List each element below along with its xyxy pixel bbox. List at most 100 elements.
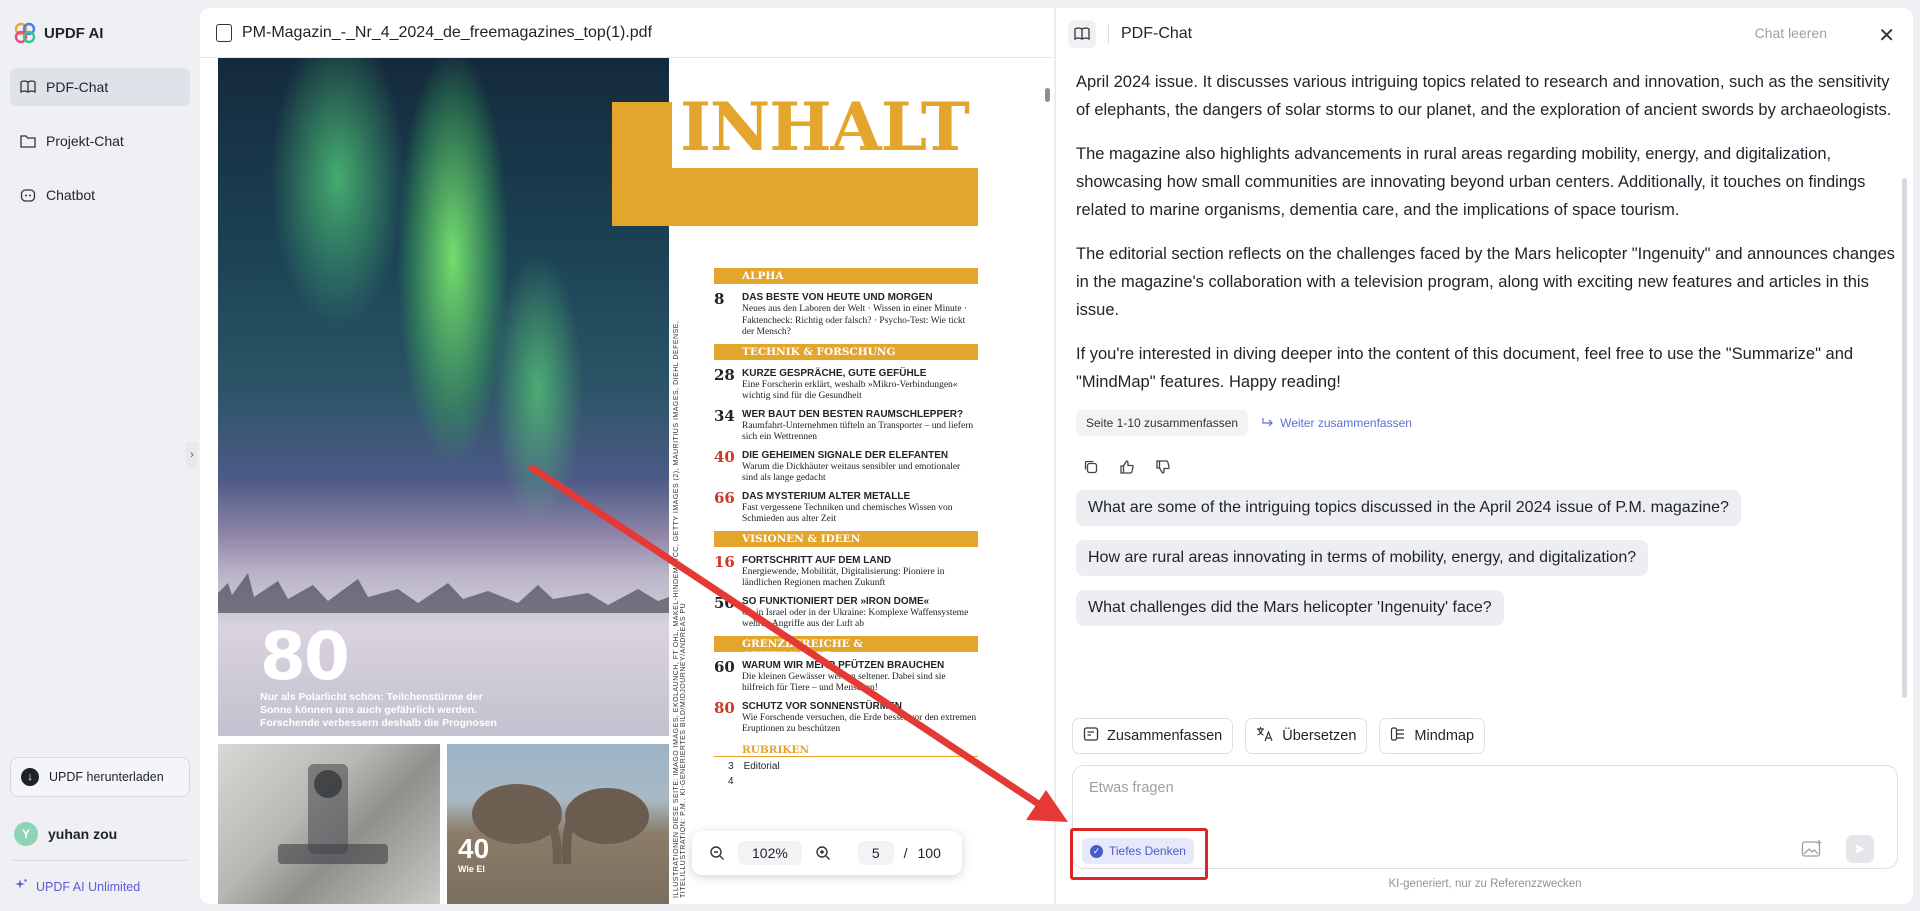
message-actions <box>1082 458 1896 476</box>
toggle-reader-button[interactable] <box>1068 20 1096 48</box>
page-total: 100 <box>917 845 941 861</box>
suggested-question[interactable]: How are rural areas innovating in terms … <box>1076 540 1649 576</box>
close-icon[interactable]: ✕ <box>1878 23 1895 48</box>
sidebar-item-label: Projekt-Chat <box>46 133 124 149</box>
sidebar-item-projekt-chat[interactable]: Projekt-Chat <box>10 122 190 160</box>
chat-input[interactable] <box>1089 780 1849 796</box>
mindmap-icon <box>1390 726 1406 746</box>
toc-page-number: 34 <box>714 406 735 425</box>
cover-number: 80 <box>260 618 350 695</box>
toc-entry: 16 FORTSCHRITT AUF DEM LAND Energiewende, … <box>714 554 978 590</box>
thumbs-down-icon[interactable] <box>1154 458 1172 476</box>
chat-header: PDF-Chat Chat leeren ✕ <box>1056 8 1913 60</box>
sparkle-icon <box>14 878 28 895</box>
sidebar-item-chatbot[interactable]: Chatbot <box>10 176 190 214</box>
folder-icon <box>20 133 36 149</box>
pdf-file-name: PM-Magazin_-_Nr_4_2024_de_freemagazines_… <box>242 23 653 41</box>
image-upload-icon[interactable] <box>1801 839 1823 859</box>
pdf-header: PM-Magazin_-_Nr_4_2024_de_freemagazines_… <box>200 8 1054 58</box>
toc-section-head: ALPHA <box>714 268 978 284</box>
toc-page-number: 8 <box>714 290 725 308</box>
mindmap-button[interactable]: Mindmap <box>1379 718 1486 754</box>
continue-summary-link[interactable]: Weiter zusammenfassen <box>1262 416 1412 430</box>
toc-page-number: 40 <box>714 447 735 466</box>
download-icon: ↓ <box>21 768 39 786</box>
toc-entry: 80 SCHUTZ VOR SONNENSTÜRMEN Wie Forschende… <box>714 700 978 736</box>
toc-entry-description: Raumfahrt-Unternehmen tüfteln an Transpo… <box>742 420 974 443</box>
toc-entry-title: WARUM WIR MEHR PFÜTZEN BRAUCHEN <box>742 659 945 671</box>
table-of-contents: ALPHA 8 DAS BESTE VON HEUTE UND MORGEN Neue… <box>714 268 978 787</box>
toc-entry: 60 WARUM WIR MEHR PFÜTZEN BRAUCHEN Die kle… <box>714 659 978 695</box>
collapse-sidebar-handle[interactable]: › <box>186 442 198 468</box>
sidebar: UPDF AI PDF-Chat Projekt-Chat Chatbot ↓ … <box>0 0 200 911</box>
summarize-pages-chip[interactable]: Seite 1-10 zusammenfassen <box>1076 410 1249 436</box>
toc-section-head: VISIONEN & IDEEN <box>714 530 978 547</box>
zoom-in-icon[interactable] <box>812 842 834 864</box>
translate-button[interactable]: Übersetzen <box>1245 718 1368 754</box>
toc-rubriken-head: RUBRIKEN <box>714 744 978 757</box>
thumbs-up-icon[interactable] <box>1118 458 1136 476</box>
summarize-label: Zusammenfassen <box>1107 728 1223 744</box>
sidebar-item-pdf-chat[interactable]: PDF-Chat <box>10 68 190 106</box>
bot-icon <box>20 187 36 203</box>
chat-messages: April 2024 issue. It discusses various i… <box>1076 68 1896 626</box>
toc-entry-title: SCHUTZ VOR SONNENSTÜRMEN <box>742 700 903 712</box>
elephants-photo <box>447 744 669 904</box>
toc-entry-title: SO FUNKTIONIERT DER »IRON DOME« <box>742 595 930 607</box>
zoom-out-icon[interactable] <box>706 842 728 864</box>
send-icon <box>1855 844 1865 854</box>
toc-rubrik-row: 3 Editorial <box>714 761 978 772</box>
user-profile[interactable]: Y yuhan zou <box>14 822 117 846</box>
toc-page-number: 28 <box>714 365 735 384</box>
chat-panel: PDF-Chat Chat leeren ✕ April 2024 issue.… <box>1055 8 1913 904</box>
answer-paragraph: The magazine also highlights advancement… <box>1076 145 1866 219</box>
app-logo[interactable]: UPDF AI <box>14 22 103 44</box>
toc-rubrik-row: 4 <box>714 776 978 787</box>
zoom-level[interactable]: 102% <box>738 841 802 865</box>
plan-link[interactable]: UPDF AI Unlimited <box>14 878 140 895</box>
photo-caption: Wie El <box>458 864 485 874</box>
inhalt-accent-band <box>612 168 978 226</box>
download-updf-button[interactable]: ↓ UPDF herunterladen <box>10 757 190 797</box>
summarize-button[interactable]: Zusammenfassen <box>1072 718 1234 754</box>
toc-entry: 50 SO FUNKTIONIERT DER »IRON DOME« Ob in I… <box>714 595 978 631</box>
continue-summary-label: Weiter zusammenfassen <box>1280 416 1412 430</box>
summarize-icon <box>1083 726 1099 746</box>
answer-paragraph: If you're interested in diving deeper in… <box>1076 345 1854 391</box>
toc-entry-title: DAS MYSTERIUM ALTER METALLE <box>742 490 911 502</box>
toc-section-head: GRENZBEREICHE & GEHEIMNISSE <box>714 635 978 662</box>
toc-entry-description: Ob in Israel oder in der Ukraine: Komple… <box>742 607 969 630</box>
toc-rubrik-label: Editorial <box>743 760 780 772</box>
pdf-viewer: PM-Magazin_-_Nr_4_2024_de_freemagazines_… <box>200 8 1054 904</box>
toc-entry-title: KURZE GESPRÄCHE, GUTE GEFÜHLE <box>742 367 927 379</box>
suggested-question[interactable]: What challenges did the Mars helicopter … <box>1076 590 1504 626</box>
updf-logo-icon <box>14 22 36 44</box>
pdf-page[interactable]: 80 Nur als Polarlicht schön: Teilchenstü… <box>218 58 1030 904</box>
toc-entry-title: DIE GEHEIMEN SIGNALE DER ELEFANTEN <box>742 449 949 461</box>
page-number-input[interactable]: 5 <box>857 841 894 865</box>
send-button[interactable] <box>1846 835 1874 863</box>
suggested-questions: What are some of the intriguing topics d… <box>1076 476 1896 626</box>
pdf-scrollbar[interactable] <box>1045 88 1050 102</box>
sidebar-divider <box>12 860 188 861</box>
toc-entry-description: Eine Forscherin erklärt, weshalb »Mikro-… <box>742 379 958 402</box>
chat-title: PDF-Chat <box>1121 25 1193 42</box>
suggested-question[interactable]: What are some of the intriguing topics d… <box>1076 490 1741 526</box>
chat-tools: Zusammenfassen Übersetzen Mindmap <box>1072 718 1486 754</box>
deep-thinking-label: Tiefes Denken <box>1109 844 1186 858</box>
header-divider <box>1108 24 1109 44</box>
deep-thinking-toggle[interactable]: ✓ Tiefes Denken <box>1082 838 1194 864</box>
toc-page-number: 50 <box>714 593 735 612</box>
toc-rubrik-number: 3 <box>728 760 734 772</box>
copy-icon[interactable] <box>1082 458 1100 476</box>
toc-entry: 66 DAS MYSTERIUM ALTER METALLE Fast verges… <box>714 490 978 526</box>
chevron-right-icon: › <box>190 449 194 461</box>
clear-chat-button[interactable]: Chat leeren <box>1755 25 1827 41</box>
pdf-file-icon <box>216 23 232 42</box>
check-icon: ✓ <box>1090 844 1103 858</box>
chat-scrollbar[interactable] <box>1902 178 1907 698</box>
redo-arrow-icon <box>1262 416 1274 430</box>
zoom-toolbar: 102% 5 / 100 <box>692 831 962 875</box>
toc-entry: 28 KURZE GESPRÄCHE, GUTE GEFÜHLE Eine Fors… <box>714 367 978 403</box>
plan-label: UPDF AI Unlimited <box>36 879 141 894</box>
